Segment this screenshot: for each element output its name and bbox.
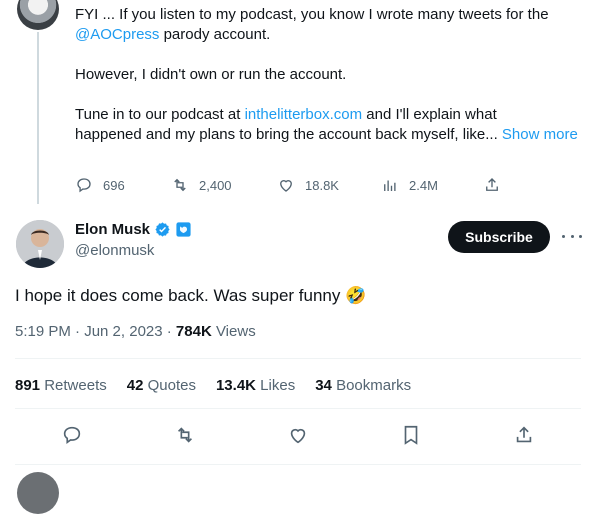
views-total: 784K: [175, 323, 212, 340]
reply-icon[interactable]: [61, 424, 83, 446]
previous-author-avatar[interactable]: [17, 0, 59, 30]
dot: [579, 234, 582, 238]
divider: [15, 464, 581, 465]
heart-icon[interactable]: [287, 424, 309, 446]
bookmarks-stat[interactable]: 34 Bookmarks: [315, 377, 411, 394]
share-action[interactable]: [483, 176, 511, 194]
author-name-row: Elon Musk: [75, 221, 192, 238]
dot: [570, 234, 574, 238]
inthelitterbox-link[interactable]: inthelitterbox.com: [245, 106, 363, 123]
author-name[interactable]: Elon Musk: [75, 221, 150, 238]
previous-tweet-line2: @AOCpress parody account.: [75, 26, 271, 43]
quotes-stat[interactable]: 42 Quotes: [127, 377, 196, 394]
likes-stat[interactable]: 13.4K Likes: [216, 377, 295, 394]
show-more-link[interactable]: Show more: [502, 126, 578, 143]
author-handle[interactable]: @elonmusk: [75, 242, 154, 259]
tweet-metadata: 5:19 PM · Jun 2, 2023 · 784K Views: [15, 323, 256, 340]
previous-tweet-line1: FYI ... If you listen to my podcast, you…: [75, 6, 549, 23]
retweets-stat[interactable]: 891 Retweets: [15, 377, 107, 394]
elon-musk-avatar[interactable]: [16, 220, 64, 268]
views-action[interactable]: 2.4M: [381, 176, 438, 194]
next-reply-avatar[interactable]: [17, 472, 59, 514]
retweet-action[interactable]: 2,400: [171, 176, 232, 194]
retweet-count: 2,400: [199, 177, 232, 193]
share-icon[interactable]: [513, 424, 535, 446]
rofl-emoji: 🤣: [345, 286, 367, 305]
reply-count: 696: [103, 177, 125, 193]
engagement-stats: 891 Retweets 42 Quotes 13.4K Likes 34 Bo…: [15, 377, 431, 394]
previous-tweet-text: FYI ... If you listen to my podcast, you…: [75, 5, 585, 45]
previous-tweet-actions: 696 2,400 18.8K 2.4M: [75, 176, 505, 196]
retweet-icon: [174, 178, 186, 192]
affiliate-x-badge-icon: [176, 222, 191, 237]
aocpress-mention-link[interactable]: @AOCpress: [75, 26, 159, 43]
bookmark-icon[interactable]: [400, 424, 422, 446]
views-chart-icon: [384, 180, 396, 191]
like-count: 18.8K: [305, 177, 339, 193]
share-icon: [486, 178, 498, 191]
heart-icon: [280, 180, 292, 192]
verified-badge-icon: [155, 222, 170, 237]
dot: [562, 234, 565, 238]
like-action[interactable]: 18.8K: [277, 176, 339, 194]
more-options-button[interactable]: [562, 228, 582, 244]
retweet-icon[interactable]: [174, 424, 196, 446]
views-count: 2.4M: [409, 177, 438, 193]
divider: [15, 358, 581, 359]
main-tweet-text: I hope it does come back. Was super funn…: [15, 286, 367, 305]
main-tweet-actions: [15, 424, 581, 448]
previous-tweet-paragraph-3: Tune in to our podcast at inthelitterbox…: [75, 106, 578, 143]
avatar-image: [16, 220, 64, 268]
tweet-timestamp[interactable]: 5:19 PM · Jun 2, 2023 ·: [15, 323, 176, 340]
divider: [15, 408, 581, 409]
previous-tweet-paragraph-2: However, I didn't own or run the account…: [75, 66, 347, 83]
reply-icon: [77, 178, 91, 193]
thread-connector-line: [37, 32, 39, 204]
reply-action[interactable]: 696: [75, 176, 125, 194]
subscribe-button[interactable]: Subscribe: [448, 221, 550, 253]
